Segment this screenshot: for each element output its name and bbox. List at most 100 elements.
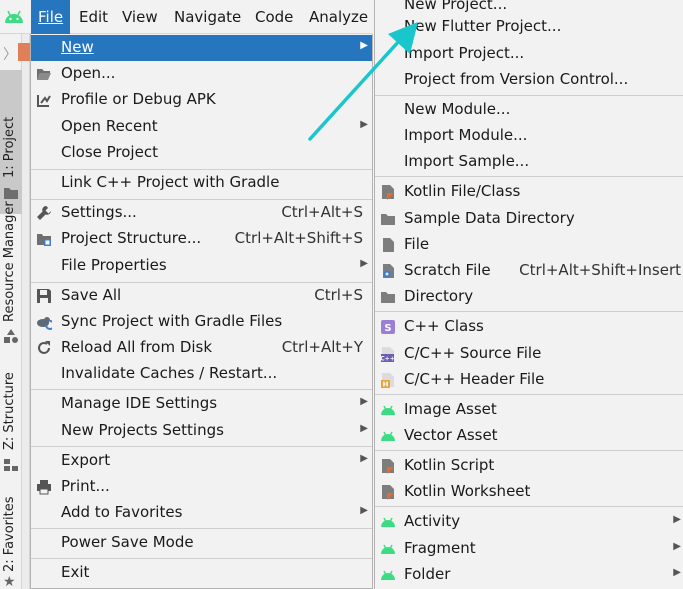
submenu-item-cpp-class[interactable]: S C++ Class <box>375 314 683 340</box>
left-tool-strip: 〉 1: Project Resource Manager Z: Structu… <box>0 34 22 589</box>
submenu-item-kotlin-worksheet[interactable]: Kotlin Worksheet <box>375 479 683 505</box>
menu-file[interactable]: File <box>31 0 70 34</box>
menu-edit[interactable]: Edit <box>79 0 108 34</box>
submenu-item-directory[interactable]: Directory <box>375 284 683 310</box>
menu-item-file-properties[interactable]: File Properties ▶ <box>31 253 372 279</box>
menu-view[interactable]: View <box>122 0 158 34</box>
submenu-item-fragment[interactable]: Fragment ▶ <box>375 536 683 562</box>
menu-code-label: Code <box>255 8 294 26</box>
menu-navigate[interactable]: Navigate <box>174 0 241 34</box>
menu-item-print[interactable]: Print... <box>31 474 372 500</box>
submenu-item-file[interactable]: File <box>375 232 683 258</box>
folder-icon <box>381 214 395 225</box>
menu-item-project-structure-shortcut: Ctrl+Alt+Shift+S <box>234 229 363 247</box>
menu-item-export-label: Export <box>61 451 111 469</box>
annotation-arrow-icon <box>308 22 418 141</box>
folder-icon <box>381 292 395 303</box>
submenu-item-kotlin-file[interactable]: Kotlin File/Class <box>375 179 683 205</box>
svg-text:C++: C++ <box>380 356 394 363</box>
submenu-item-scratch-file[interactable]: Scratch File Ctrl+Alt+Shift+Insert <box>375 258 683 284</box>
submenu-item-vector-asset-label: Vector Asset <box>404 426 498 444</box>
menu-item-save-all[interactable]: Save All Ctrl+S <box>31 283 372 309</box>
submenu-item-scratch-file-label: Scratch File <box>404 261 491 279</box>
android-icon <box>381 517 395 527</box>
menu-item-link-cpp-label: Link C++ Project with Gradle <box>61 173 280 191</box>
tool-tab-structure[interactable]: Z: Structure <box>0 370 22 480</box>
menu-code[interactable]: Code <box>255 0 293 34</box>
menu-separator <box>375 176 683 177</box>
menu-item-manage-ide-settings-label: Manage IDE Settings <box>61 394 218 412</box>
submenu-item-fragment-label: Fragment <box>404 539 476 557</box>
menu-item-export[interactable]: Export ▶ <box>31 448 372 474</box>
menu-item-add-favorites-label: Add to Favorites <box>61 503 183 521</box>
submenu-item-kotlin-script[interactable]: Kotlin Script <box>375 453 683 479</box>
submenu-item-vector-asset[interactable]: Vector Asset <box>375 423 683 449</box>
star-icon: ★ <box>3 574 16 589</box>
submenu-item-kotlin-script-label: Kotlin Script <box>404 456 495 474</box>
wrench-icon <box>37 206 51 220</box>
menu-item-reload-disk[interactable]: Reload All from Disk Ctrl+Alt+Y <box>31 335 372 361</box>
menu-view-label: View <box>122 8 158 26</box>
submenu-item-import-sample[interactable]: Import Sample... <box>375 149 683 175</box>
menu-item-new-projects-settings-label: New Projects Settings <box>61 421 224 439</box>
menu-edit-label: Edit <box>79 8 109 26</box>
printer-icon <box>37 480 51 495</box>
menu-item-open-label: Open... <box>61 64 116 82</box>
tool-tab-favorites[interactable]: 2: Favorites ★ <box>0 496 22 589</box>
submenu-arrow-icon: ▶ <box>360 258 368 269</box>
cpp-class-icon: S <box>381 320 395 334</box>
submenu-arrow-icon: ▶ <box>673 541 681 552</box>
menu-file-label: File <box>38 8 64 26</box>
menu-item-settings-label: Settings... <box>61 203 137 221</box>
menu-item-manage-ide-settings[interactable]: Manage IDE Settings ▶ <box>31 391 372 417</box>
menu-item-power-save-label: Power Save Mode <box>61 533 194 551</box>
menu-item-power-save[interactable]: Power Save Mode <box>31 530 372 556</box>
kotlin-file-icon <box>382 185 394 200</box>
menu-item-invalidate-caches[interactable]: Invalidate Caches / Restart... <box>31 361 372 387</box>
project-structure-icon <box>37 234 51 246</box>
menu-item-settings[interactable]: Settings... Ctrl+Alt+S <box>31 200 372 226</box>
submenu-item-image-asset[interactable]: Image Asset <box>375 397 683 423</box>
scratch-file-icon <box>383 264 394 278</box>
submenu-item-scratch-file-shortcut: Ctrl+Alt+Shift+Insert <box>519 261 681 279</box>
submenu-item-activity-label: Activity <box>404 512 461 530</box>
submenu-item-folder[interactable]: Folder ▶ <box>375 562 683 588</box>
menu-item-reload-disk-shortcut: Ctrl+Alt+Y <box>281 338 363 356</box>
menu-item-add-favorites[interactable]: Add to Favorites ▶ <box>31 500 372 526</box>
menu-item-settings-shortcut: Ctrl+Alt+S <box>281 203 363 221</box>
submenu-item-import-sample-label: Import Sample... <box>404 152 530 170</box>
menu-item-print-label: Print... <box>61 477 110 495</box>
submenu-item-sample-data-dir-label: Sample Data Directory <box>404 209 575 227</box>
menu-item-project-structure[interactable]: Project Structure... Ctrl+Alt+Shift+S <box>31 226 372 252</box>
menu-item-exit[interactable]: Exit <box>31 560 372 586</box>
svg-text:H: H <box>383 381 389 389</box>
resource-manager-icon <box>4 329 18 343</box>
menu-separator <box>31 558 372 559</box>
tool-tab-project[interactable]: 1: Project <box>0 70 22 214</box>
submenu-arrow-icon: ▶ <box>360 423 368 434</box>
tool-tab-resource-manager[interactable]: Resource Manager <box>0 201 22 346</box>
android-icon <box>381 544 395 554</box>
menu-item-link-cpp[interactable]: Link C++ Project with Gradle <box>31 170 372 196</box>
menu-item-new-label: New <box>61 38 94 56</box>
menu-item-sync-gradle[interactable]: Sync Project with Gradle Files <box>31 309 372 335</box>
menu-item-save-all-label: Save All <box>61 286 122 304</box>
cpp-header-icon: H <box>381 373 394 389</box>
tool-tab-favorites-label: 2: Favorites <box>2 496 17 572</box>
menu-separator <box>31 389 372 390</box>
submenu-item-activity[interactable]: Activity ▶ <box>375 509 683 535</box>
menu-separator <box>31 446 372 447</box>
submenu-arrow-icon: ▶ <box>360 505 368 516</box>
submenu-item-kotlin-file-label: Kotlin File/Class <box>404 182 521 200</box>
kotlin-worksheet-icon <box>382 485 394 500</box>
submenu-item-project-from-vcs-label: Project from Version Control... <box>404 70 629 88</box>
kotlin-script-icon <box>382 459 394 474</box>
submenu-item-sample-data-dir[interactable]: Sample Data Directory <box>375 206 683 232</box>
chevron-right-icon[interactable]: 〉 <box>3 44 17 64</box>
submenu-item-cpp-source[interactable]: C++ C/C++ Source File <box>375 341 683 367</box>
menu-item-new-projects-settings[interactable]: New Projects Settings ▶ <box>31 418 372 444</box>
menu-item-profile-debug-apk-label: Profile or Debug APK <box>61 90 216 108</box>
submenu-arrow-icon: ▶ <box>360 396 368 407</box>
submenu-item-cpp-header[interactable]: H C/C++ Header File <box>375 367 683 393</box>
structure-icon <box>4 459 18 471</box>
